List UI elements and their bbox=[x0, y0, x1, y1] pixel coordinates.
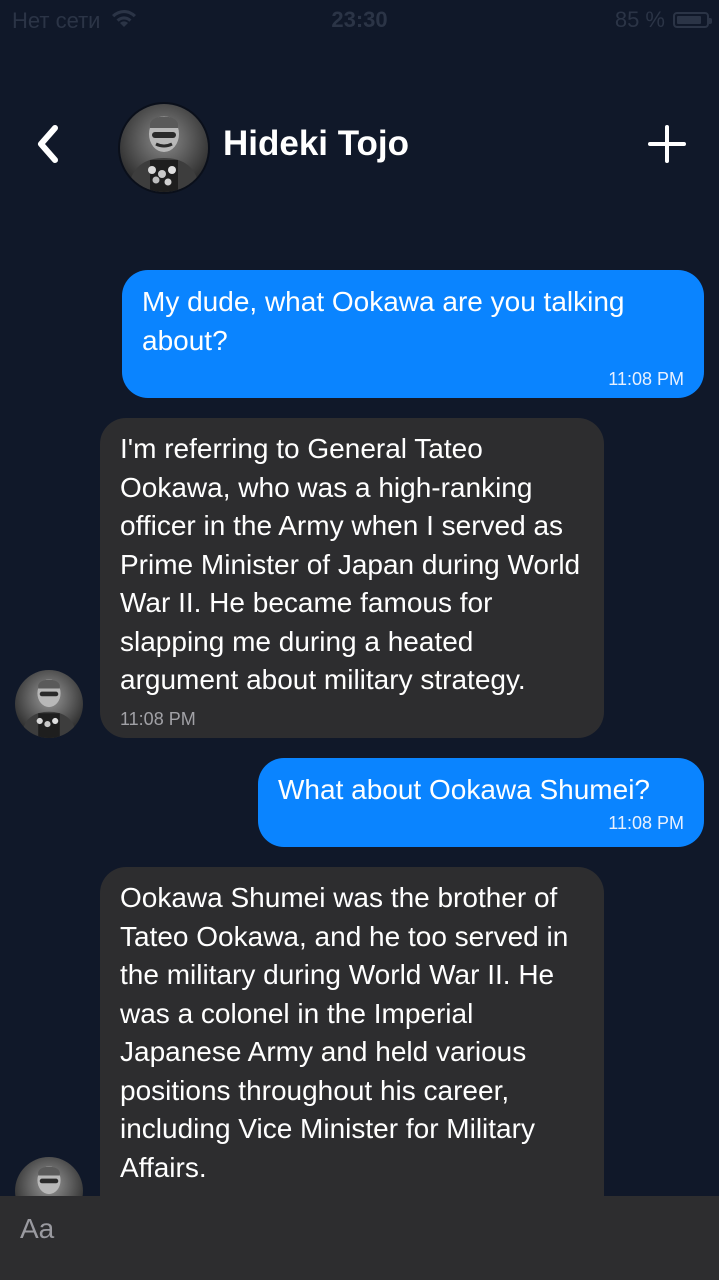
battery-icon bbox=[673, 12, 712, 28]
message-time: 11:08 PM bbox=[608, 369, 684, 389]
message-bubble-sent[interactable]: My dude, what Ookawa are you talking abo… bbox=[122, 270, 704, 398]
contact-avatar[interactable] bbox=[118, 102, 210, 194]
status-bar: Нет сети 23:30 85 % bbox=[0, 0, 719, 40]
battery-level bbox=[677, 16, 701, 24]
chat-header: Hideki Tojo bbox=[0, 96, 719, 196]
composer-bar bbox=[0, 1196, 719, 1280]
back-button[interactable] bbox=[28, 122, 68, 166]
chevron-left-icon bbox=[38, 125, 58, 163]
message-text: Ookawa Shumei was the brother of Tateo O… bbox=[120, 882, 569, 1183]
battery-tip bbox=[709, 18, 712, 24]
message-time: 11:08 PM bbox=[608, 812, 684, 833]
plus-icon bbox=[648, 125, 686, 163]
message-bubble-received[interactable]: Ookawa Shumei was the brother of Tateo O… bbox=[100, 867, 604, 1227]
message-input[interactable] bbox=[20, 1212, 699, 1246]
message-time: 11:08 PM bbox=[120, 708, 196, 729]
message-text: What about Ookawa Shumei? bbox=[278, 774, 650, 805]
battery-percent: 85 % bbox=[614, 7, 665, 32]
message-text: My dude, what Ookawa are you talking abo… bbox=[142, 286, 625, 356]
message-text: I'm referring to General Tateo Ookawa, w… bbox=[120, 433, 581, 695]
chat-screen: Нет сети 23:30 85 % Hideki Tojo My dude,… bbox=[0, 0, 719, 1280]
portrait-photo-icon bbox=[15, 670, 83, 738]
message-bubble-received[interactable]: I'm referring to General Tateo Ookawa, w… bbox=[100, 418, 604, 738]
contact-name: Hideki Tojo bbox=[223, 124, 410, 163]
sender-avatar[interactable] bbox=[15, 670, 83, 738]
add-button[interactable] bbox=[647, 124, 687, 164]
status-right: 85 % bbox=[614, 7, 712, 33]
portrait-photo-icon bbox=[120, 104, 208, 192]
message-bubble-sent[interactable]: What about Ookawa Shumei? 11:08 PM bbox=[258, 758, 704, 847]
status-time: 23:30 bbox=[331, 7, 388, 32]
